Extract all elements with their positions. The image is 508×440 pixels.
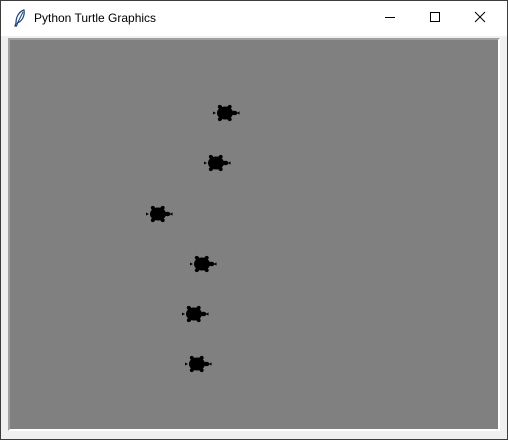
turtle-icon bbox=[185, 355, 212, 373]
turtle-icon bbox=[190, 255, 217, 273]
title-bar[interactable]: Python Turtle Graphics bbox=[1, 1, 507, 36]
client-area bbox=[1, 36, 507, 439]
turtle-icon bbox=[204, 154, 231, 172]
feather-icon bbox=[12, 9, 28, 27]
turtle-window: Python Turtle Graphics bbox=[0, 0, 508, 440]
maximize-icon bbox=[429, 10, 441, 28]
minimize-button[interactable] bbox=[367, 1, 412, 36]
turtle-icon bbox=[213, 104, 240, 122]
minimize-icon bbox=[384, 10, 396, 28]
turtle-icon bbox=[146, 205, 173, 223]
maximize-button[interactable] bbox=[412, 1, 457, 36]
window-title: Python Turtle Graphics bbox=[34, 11, 157, 25]
turtle-canvas[interactable] bbox=[8, 38, 500, 431]
turtle-icon bbox=[182, 305, 209, 323]
close-button[interactable] bbox=[457, 1, 502, 36]
close-icon bbox=[474, 10, 486, 28]
